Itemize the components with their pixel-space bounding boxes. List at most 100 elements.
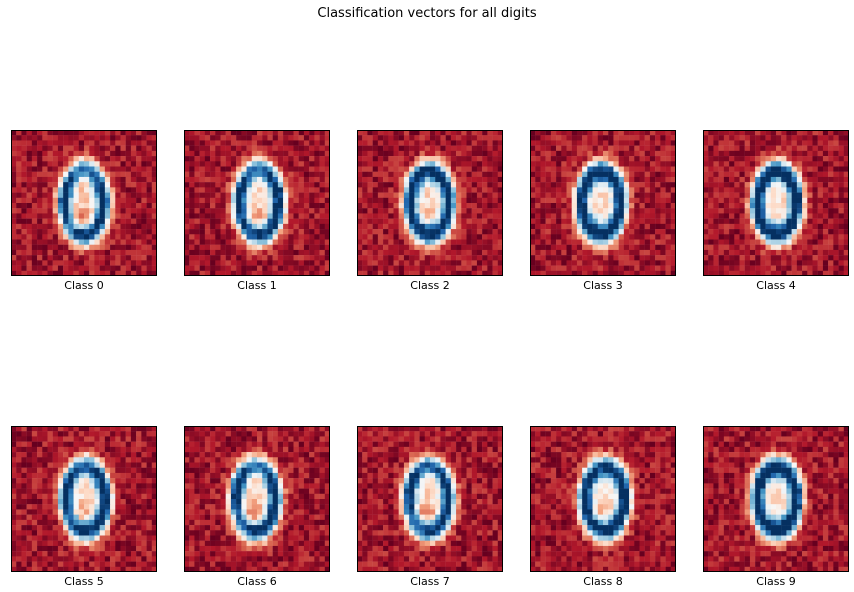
heatmap-cell [136,488,142,494]
heatmap-cell [84,561,90,567]
heatmap-cell [225,208,232,214]
heatmap-cell [561,192,567,198]
heatmap-cell [419,234,425,240]
heatmap-cell [16,171,22,178]
heatmap-cell [73,525,79,531]
heatmap-cell [262,270,268,276]
heatmap-cell [796,260,803,266]
heatmap-cell [241,176,247,183]
heatmap-cell [37,431,43,437]
heatmap-cell [189,182,195,188]
heatmap-cell [73,182,79,188]
heatmap-cell [734,270,740,276]
heatmap-cell [618,239,625,245]
heatmap-cell [110,166,116,172]
heatmap-cell [220,446,226,453]
heatmap-cell [130,530,137,536]
heatmap-cell [450,176,457,183]
heatmap-cell [476,223,483,230]
heatmap-cell [357,140,363,146]
heatmap-cell [786,270,792,276]
heatmap-cell [314,446,320,453]
heatmap-cell [236,166,242,172]
heatmap-cell [482,166,488,172]
heatmap-cell [540,156,546,162]
heatmap-cell [403,249,410,256]
heatmap-cell [367,197,373,204]
heatmap-cell [760,208,766,214]
heatmap-cell [613,203,619,209]
heatmap-cell [31,166,38,172]
heatmap-cell [68,213,74,219]
heatmap-cell [215,182,221,188]
heatmap-cell [414,249,420,256]
heatmap-cell [828,156,834,162]
heatmap-cell [115,135,121,141]
heatmap-cell [393,150,399,157]
heatmap-cell [220,255,226,261]
heatmap-cell [78,499,85,505]
heatmap-cell [184,218,190,225]
heatmap-cell [16,556,22,562]
heatmap-cell [403,203,410,209]
heatmap-cell [576,161,583,167]
heatmap-cell [623,218,630,225]
heatmap-cell [372,203,379,209]
heatmap-cell [708,218,714,225]
heatmap-cell [372,255,379,261]
heatmap-cell [47,265,53,271]
heatmap-cell [430,130,436,136]
heatmap-cell [796,130,803,136]
heatmap-cell [104,182,111,188]
heatmap-cell [623,156,630,162]
heatmap-cell [367,218,373,225]
heatmap-cell [587,234,593,240]
heatmap-cell [760,260,766,266]
heatmap-cell [618,208,625,214]
heatmap-cell [251,249,258,256]
heatmap-cell [84,166,90,172]
heatmap-cell [655,265,661,271]
heatmap-cell [52,140,59,146]
heatmap-cell [246,255,252,261]
heatmap-cell [84,540,90,547]
heatmap-cell [215,187,221,193]
heatmap-cell [298,140,305,146]
heatmap-cell [319,467,325,474]
heatmap-cell [309,441,315,448]
heatmap-cell [115,255,121,261]
heatmap-cell [31,519,38,526]
heatmap-cell [110,187,116,193]
heatmap-cell [440,218,446,225]
heatmap-cell [199,156,206,162]
heatmap-cell [272,234,279,240]
heatmap-cell [115,145,121,152]
heatmap-cell [57,556,64,562]
heatmap-cell [749,171,756,178]
heatmap-cell [492,213,498,219]
heatmap-cell [791,166,798,172]
heatmap-cell [367,135,373,141]
heatmap-cell [37,135,43,141]
heatmap-cell [838,145,844,152]
heatmap-cell [136,156,142,162]
heatmap-cell [587,176,593,183]
heatmap-cell [796,150,803,157]
heatmap-cell [755,130,761,136]
heatmap-cell [94,525,100,531]
heatmap-cell [670,260,676,266]
heatmap-cell [236,244,242,251]
heatmap-cell [189,431,195,437]
heatmap-cell [199,244,206,251]
heatmap-cell [822,197,829,204]
heatmap-cell [603,192,609,198]
heatmap-cell [47,535,53,541]
heatmap-cell [11,519,17,526]
heatmap-cell [456,176,462,183]
heatmap-cell [184,239,190,245]
heatmap-cell [272,462,279,468]
heatmap-cell [251,192,258,198]
heatmap-cell [409,208,415,214]
heatmap-cell [393,229,399,235]
heatmap-cell [11,478,17,484]
